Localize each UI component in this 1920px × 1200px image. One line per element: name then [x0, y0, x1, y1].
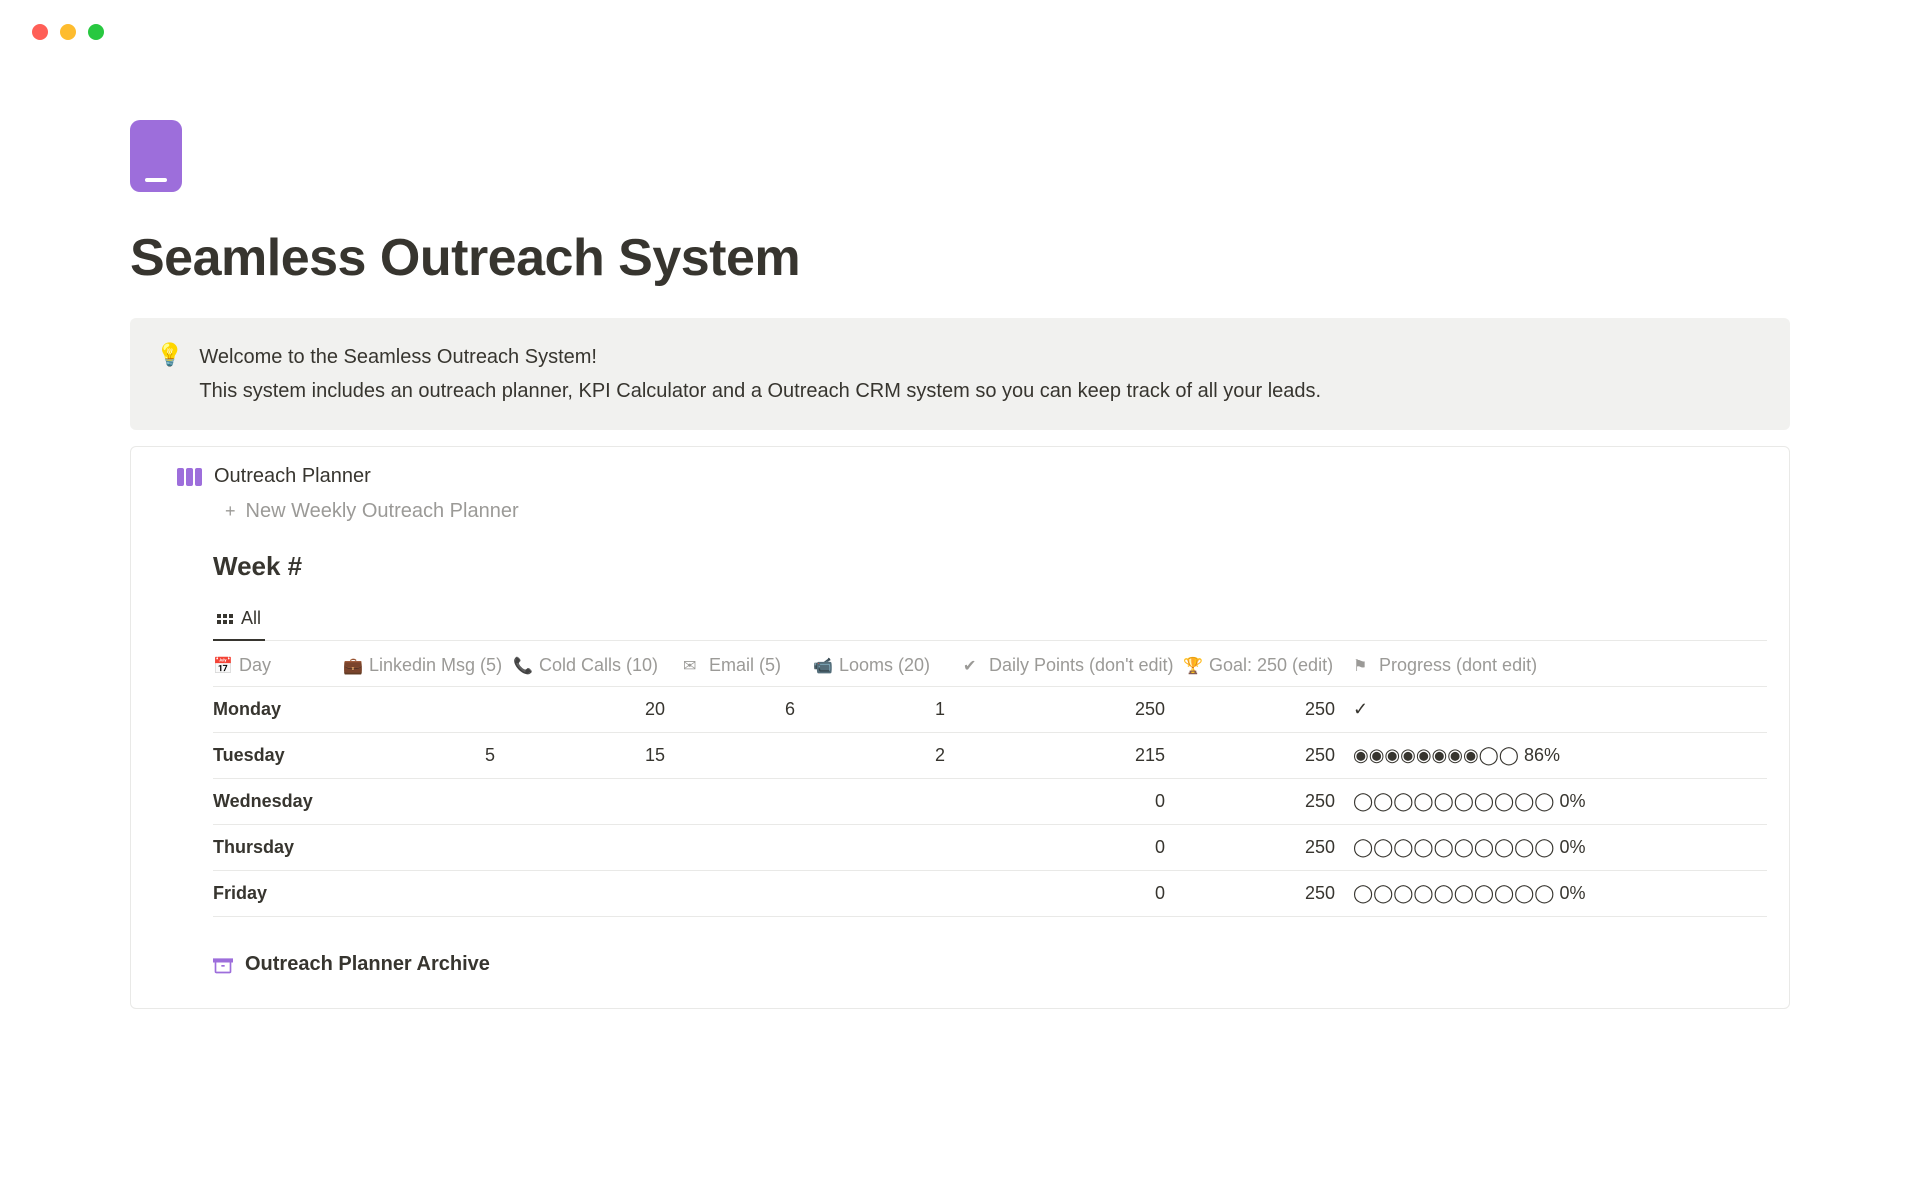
header-progress[interactable]: ⚑Progress (dont edit)	[1353, 655, 1767, 676]
page-title: Seamless Outreach System	[130, 228, 1790, 288]
callout-line1: Welcome to the Seamless Outreach System!	[199, 340, 1321, 374]
callout-line2: This system includes an outreach planner…	[199, 374, 1321, 408]
table-header-row: 📅Day 💼Linkedin Msg (5) 📞Cold Calls (10) …	[213, 655, 1767, 687]
cell-email	[683, 837, 813, 858]
briefcase-icon: 💼	[343, 656, 361, 676]
welcome-callout: 💡 Welcome to the Seamless Outreach Syste…	[130, 318, 1790, 430]
archive-label: Outreach Planner Archive	[245, 953, 490, 976]
cell-linkedin	[343, 791, 513, 812]
cell-calls: 15	[513, 745, 683, 766]
header-day[interactable]: 📅Day	[213, 655, 343, 676]
trophy-icon: 🏆	[1183, 656, 1201, 676]
check-icon: ✔	[963, 656, 981, 676]
view-tabs: All	[213, 600, 1767, 641]
new-weekly-planner-button[interactable]: + New Weekly Outreach Planner	[225, 500, 1767, 523]
cell-linkedin	[343, 699, 513, 720]
cell-goal: 250	[1183, 745, 1353, 766]
cell-progress: ✓	[1353, 699, 1767, 720]
table-row[interactable]: Tuesday 5 15 2 215 250 ◉◉◉◉◉◉◉◉◯◯ 86%	[213, 733, 1767, 779]
cell-email	[683, 883, 813, 904]
cell-points: 215	[963, 745, 1183, 766]
cell-calls: 20	[513, 699, 683, 720]
new-planner-label: New Weekly Outreach Planner	[246, 500, 519, 523]
header-looms[interactable]: 📹Looms (20)	[813, 655, 963, 676]
cell-calls	[513, 837, 683, 858]
header-points[interactable]: ✔Daily Points (don't edit)	[963, 655, 1183, 676]
cell-linkedin: 5	[343, 745, 513, 766]
header-email[interactable]: ✉Email (5)	[683, 655, 813, 676]
cell-goal: 250	[1183, 791, 1353, 812]
tab-all-label: All	[241, 608, 261, 629]
cell-progress: ◯◯◯◯◯◯◯◯◯◯ 0%	[1353, 791, 1767, 812]
cell-email	[683, 745, 813, 766]
page-container: Seamless Outreach System 💡 Welcome to th…	[0, 40, 1920, 1009]
close-window-button[interactable]	[32, 24, 48, 40]
cell-email: 6	[683, 699, 813, 720]
cell-calls	[513, 791, 683, 812]
window-controls	[0, 0, 1920, 40]
table-icon	[217, 614, 233, 624]
table-row[interactable]: Thursday 0 250 ◯◯◯◯◯◯◯◯◯◯ 0%	[213, 825, 1767, 871]
cell-day: Wednesday	[213, 791, 343, 812]
camera-icon: 📹	[813, 656, 831, 676]
cell-progress: ◯◯◯◯◯◯◯◯◯◯ 0%	[1353, 837, 1767, 858]
week-title[interactable]: Week #	[213, 551, 1767, 582]
flag-icon: ⚑	[1353, 656, 1371, 676]
header-calls[interactable]: 📞Cold Calls (10)	[513, 655, 683, 676]
cell-goal: 250	[1183, 883, 1353, 904]
tab-all[interactable]: All	[213, 600, 265, 641]
cell-linkedin	[343, 883, 513, 904]
cell-email	[683, 791, 813, 812]
cell-looms: 1	[813, 699, 963, 720]
outreach-planner-card: Outreach Planner + New Weekly Outreach P…	[130, 446, 1790, 1009]
calendar-icon: 📅	[213, 656, 231, 676]
table-row[interactable]: Friday 0 250 ◯◯◯◯◯◯◯◯◯◯ 0%	[213, 871, 1767, 917]
cell-looms	[813, 837, 963, 858]
minimize-window-button[interactable]	[60, 24, 76, 40]
cell-goal: 250	[1183, 699, 1353, 720]
planner-title: Outreach Planner	[214, 465, 371, 488]
cell-points: 250	[963, 699, 1183, 720]
archive-link[interactable]: Outreach Planner Archive	[213, 953, 1767, 976]
header-linkedin[interactable]: 💼Linkedin Msg (5)	[343, 655, 513, 676]
planner-table: 📅Day 💼Linkedin Msg (5) 📞Cold Calls (10) …	[213, 655, 1767, 917]
plus-icon: +	[225, 501, 236, 522]
archive-icon	[213, 955, 233, 975]
table-row[interactable]: Monday 20 6 1 250 250 ✓	[213, 687, 1767, 733]
cell-day: Tuesday	[213, 745, 343, 766]
planner-header[interactable]: Outreach Planner	[177, 465, 1767, 488]
cell-day: Friday	[213, 883, 343, 904]
page-icon[interactable]	[130, 120, 182, 192]
cell-points: 0	[963, 837, 1183, 858]
table-row[interactable]: Wednesday 0 250 ◯◯◯◯◯◯◯◯◯◯ 0%	[213, 779, 1767, 825]
maximize-window-button[interactable]	[88, 24, 104, 40]
cell-looms	[813, 883, 963, 904]
cell-goal: 250	[1183, 837, 1353, 858]
envelope-icon: ✉	[683, 656, 701, 676]
bulb-icon: 💡	[156, 340, 183, 408]
cell-progress: ◉◉◉◉◉◉◉◉◯◯ 86%	[1353, 745, 1767, 766]
cell-looms: 2	[813, 745, 963, 766]
cell-progress: ◯◯◯◯◯◯◯◯◯◯ 0%	[1353, 883, 1767, 904]
header-goal[interactable]: 🏆Goal: 250 (edit)	[1183, 655, 1353, 676]
cell-linkedin	[343, 837, 513, 858]
cell-looms	[813, 791, 963, 812]
cell-day: Thursday	[213, 837, 343, 858]
callout-text: Welcome to the Seamless Outreach System!…	[199, 340, 1321, 408]
map-icon	[177, 468, 202, 486]
cell-calls	[513, 883, 683, 904]
cell-points: 0	[963, 883, 1183, 904]
cell-day: Monday	[213, 699, 343, 720]
cell-points: 0	[963, 791, 1183, 812]
phone-icon: 📞	[513, 656, 531, 676]
